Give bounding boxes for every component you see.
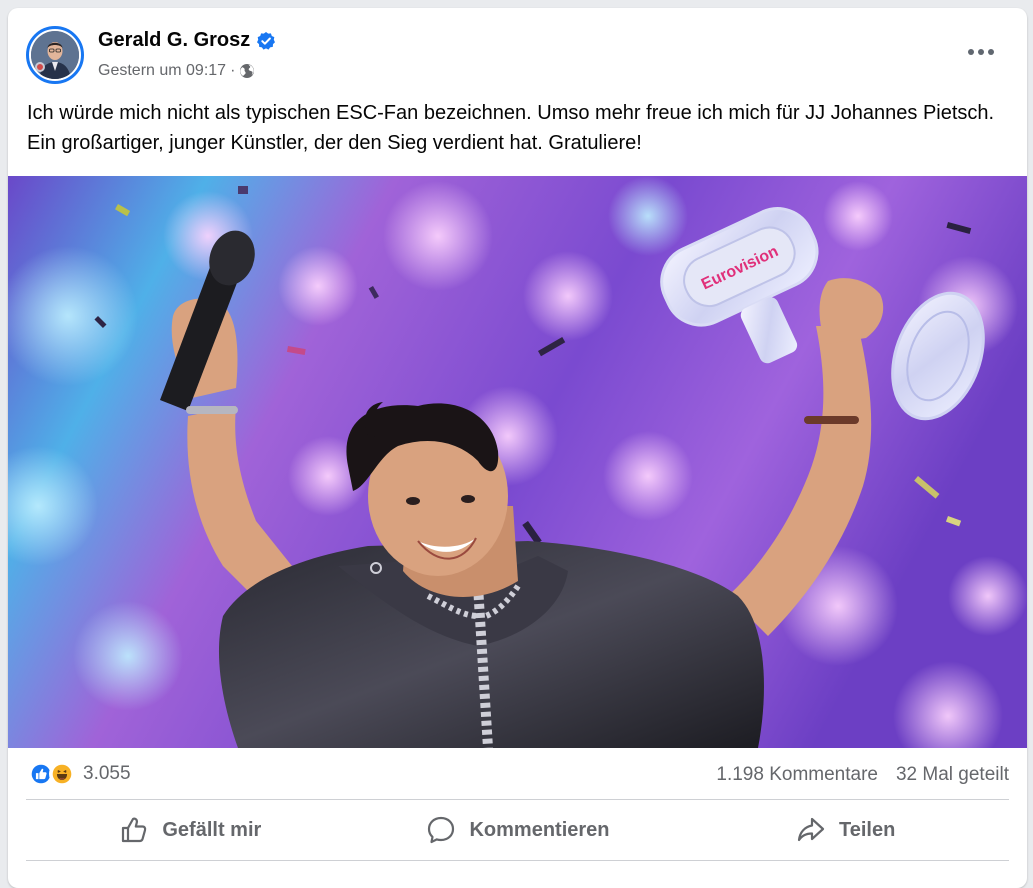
- avatar-image: [31, 31, 79, 79]
- post-card: Gerald G. Grosz Gestern um 09:17 · Ich w…: [8, 8, 1027, 888]
- author-line: Gerald G. Grosz: [98, 29, 276, 52]
- like-button[interactable]: Gefällt mir: [26, 801, 354, 859]
- divider: [26, 799, 1009, 800]
- post-photo[interactable]: Eurovision: [8, 176, 1027, 748]
- comment-button[interactable]: Kommentieren: [354, 801, 682, 859]
- haha-reaction-icon: [49, 761, 75, 787]
- more-dot-icon: [968, 49, 974, 55]
- share-arrow-icon: [797, 817, 825, 842]
- stats-right: 1.198 Kommentare 32 Mal geteilt: [716, 764, 1009, 786]
- shares-count-link[interactable]: 32 Mal geteilt: [896, 764, 1009, 786]
- post-stats: 3.055 1.198 Kommentare 32 Mal geteilt: [8, 748, 1027, 800]
- share-label: Teilen: [839, 818, 896, 841]
- like-label: Gefällt mir: [162, 818, 262, 841]
- stage-photo: Eurovision: [8, 176, 1027, 748]
- comment-bubble-icon: [428, 816, 455, 844]
- post-meta: Gestern um 09:17 ·: [98, 62, 255, 80]
- divider: [26, 860, 1009, 861]
- author-name[interactable]: Gerald G. Grosz: [98, 29, 250, 52]
- reactions-summary[interactable]: 3.055: [28, 761, 131, 787]
- post-text: Ich würde mich nicht als typischen ESC-F…: [27, 102, 995, 154]
- share-button[interactable]: Teilen: [681, 801, 1009, 859]
- meta-separator: ·: [230, 62, 236, 79]
- more-dot-icon: [988, 49, 994, 55]
- globe-icon[interactable]: [239, 63, 255, 79]
- post-timestamp[interactable]: Gestern um 09:17: [98, 62, 226, 80]
- more-options-button[interactable]: [963, 38, 999, 66]
- more-dot-icon: [978, 49, 984, 55]
- action-bar: Gefällt mir Kommentieren Teilen: [26, 801, 1009, 859]
- thumbs-up-icon: [122, 817, 147, 843]
- comment-label: Kommentieren: [469, 818, 610, 841]
- reaction-count: 3.055: [83, 763, 131, 784]
- comments-count-link[interactable]: 1.198 Kommentare: [716, 764, 878, 786]
- post-header: Gerald G. Grosz Gestern um 09:17 ·: [8, 8, 1027, 98]
- avatar-portrait-icon: [31, 31, 79, 79]
- author-avatar[interactable]: [26, 26, 84, 84]
- verified-badge-icon: [257, 31, 276, 50]
